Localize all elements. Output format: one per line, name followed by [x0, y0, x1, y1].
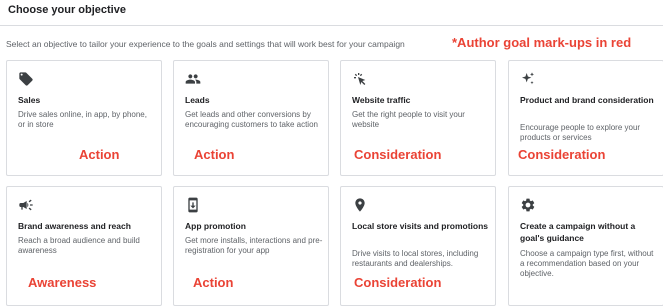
cursor-click-icon: [352, 71, 368, 87]
objective-card-local-store-visits[interactable]: Local store visits and promotions Drive …: [340, 186, 496, 306]
objective-card-no-goal-guidance[interactable]: Create a campaign without a goal's guida…: [508, 186, 663, 306]
sparkle-icon: [520, 71, 536, 87]
card-description: Choose a campaign type first, without a …: [520, 249, 654, 278]
card-title: Local store visits and promotions: [352, 221, 489, 231]
goal-markup: Consideration: [354, 275, 442, 290]
page-subtitle: Select an objective to tailor your exper…: [6, 39, 405, 49]
objective-card-brand-awareness[interactable]: Brand awareness and reach Reach a broad …: [6, 186, 162, 306]
author-note: *Author goal mark-ups in red: [452, 35, 632, 50]
goal-markup: Action: [79, 147, 120, 162]
location-pin-icon: [352, 197, 368, 213]
card-description: Reach a broad audience and build awarene…: [18, 236, 140, 255]
card-title: Product and brand consideration: [520, 95, 654, 105]
goal-markup: Action: [194, 147, 235, 162]
goal-markup: Action: [193, 275, 234, 290]
objective-card-product-brand-consideration[interactable]: Product and brand consideration Encourag…: [508, 60, 663, 176]
megaphone-icon: [18, 197, 34, 213]
card-description: Encourage people to explore your product…: [520, 123, 641, 142]
card-description: Get leads and other conversions by encou…: [185, 110, 318, 129]
objective-card-leads[interactable]: Leads Get leads and other conversions by…: [173, 60, 329, 176]
objective-card-website-traffic[interactable]: Website traffic Get the right people to …: [340, 60, 496, 176]
objective-card-app-promotion[interactable]: App promotion Get more installs, interac…: [173, 186, 329, 306]
card-title: Website traffic: [352, 95, 411, 105]
card-description: Drive visits to local stores, including …: [352, 249, 479, 268]
phone-download-icon: [185, 197, 201, 213]
divider: [0, 25, 663, 26]
card-description: Drive sales online, in app, by phone, or…: [18, 110, 147, 129]
card-title: Create a campaign without a goal's guida…: [520, 221, 636, 243]
objective-card-sales[interactable]: Sales Drive sales online, in app, by pho…: [6, 60, 162, 176]
people-icon: [185, 71, 201, 87]
goal-markup: Consideration: [354, 147, 442, 162]
gear-icon: [520, 197, 536, 213]
card-description: Get more installs, interactions and pre-…: [185, 236, 323, 255]
goal-markup: Awareness: [28, 275, 97, 290]
card-description: Get the right people to visit your websi…: [352, 110, 465, 129]
tag-icon: [18, 71, 34, 87]
card-title: App promotion: [185, 221, 246, 231]
goal-markup: Consideration: [518, 147, 606, 162]
page-title: Choose your objective: [8, 4, 126, 16]
card-title: Sales: [18, 95, 41, 105]
card-title: Brand awareness and reach: [18, 221, 131, 231]
card-title: Leads: [185, 95, 210, 105]
